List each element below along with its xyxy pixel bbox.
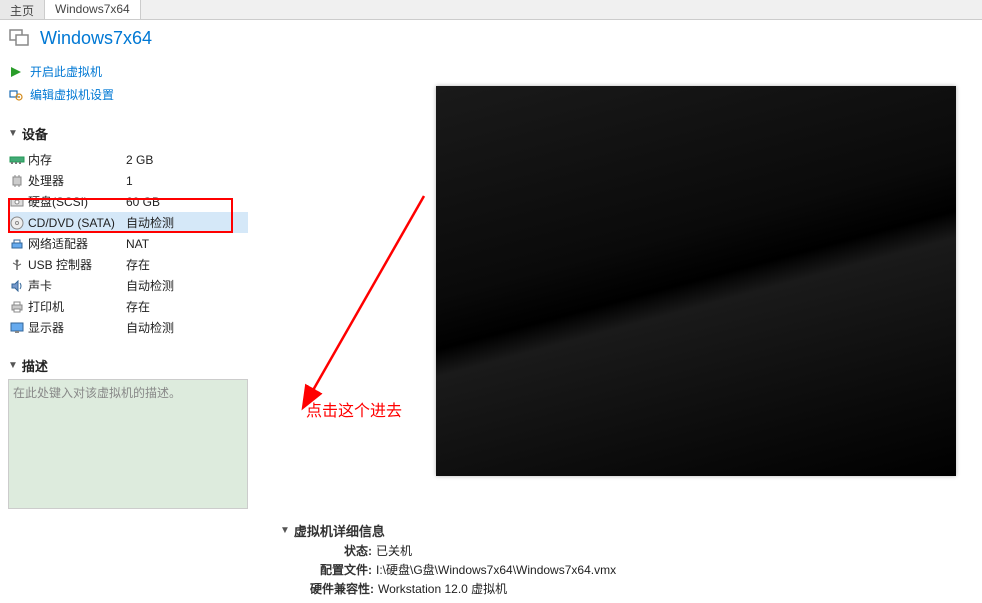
network-icon (8, 236, 26, 252)
tab-bar: 主页 Windows7x64 (0, 0, 982, 20)
annotation-text: 点击这个进去 (306, 397, 402, 421)
detail-row-state: 状态: 已关机 (280, 542, 616, 559)
vm-icon (8, 26, 32, 50)
cpu-icon (8, 173, 26, 189)
device-name: USB 控制器 (28, 256, 126, 273)
device-row-sound[interactable]: 声卡 自动检测 (8, 275, 248, 296)
power-on-label: 开启此虚拟机 (30, 63, 102, 80)
usb-icon (8, 257, 26, 273)
main-panel: 点击这个进去 ▼ 虚拟机详细信息 状态: 已关机 配置文件: I:\硬盘\G盘\… (256, 56, 982, 603)
sound-icon (8, 278, 26, 294)
description-section: ▼ 描述 在此处键入对该虚拟机的描述。 (8, 356, 248, 509)
device-row-disk[interactable]: 硬盘(SCSI) 60 GB (8, 191, 248, 212)
play-icon (8, 65, 24, 79)
devices-title: 设备 (22, 124, 48, 143)
devices-header[interactable]: ▼ 设备 (8, 124, 248, 145)
printer-icon (8, 299, 26, 315)
vm-details-title: 虚拟机详细信息 (294, 521, 385, 540)
triangle-down-icon: ▼ (280, 525, 290, 536)
tab-home[interactable]: 主页 (0, 0, 45, 19)
annotation-arrow (234, 191, 434, 421)
tab-vm[interactable]: Windows7x64 (45, 0, 141, 19)
device-name: 处理器 (28, 172, 126, 189)
device-value: 自动检测 (126, 277, 174, 294)
device-value: 自动检测 (126, 319, 174, 336)
device-value: 60 GB (126, 195, 160, 209)
device-name: 声卡 (28, 277, 126, 294)
sidebar: 开启此虚拟机 编辑虚拟机设置 ▼ 设备 (0, 56, 256, 603)
detail-row-config: 配置文件: I:\硬盘\G盘\Windows7x64\Windows7x64.v… (280, 561, 616, 578)
device-row-usb[interactable]: USB 控制器 存在 (8, 254, 248, 275)
disk-icon (8, 194, 26, 210)
edit-settings-label: 编辑虚拟机设置 (30, 86, 114, 103)
vm-details-section: ▼ 虚拟机详细信息 状态: 已关机 配置文件: I:\硬盘\G盘\Windows… (280, 521, 616, 597)
vm-header: Windows7x64 (0, 20, 982, 56)
device-name: 显示器 (28, 319, 126, 336)
device-name: 打印机 (28, 298, 126, 315)
description-header[interactable]: ▼ 描述 (8, 356, 248, 377)
detail-value: I:\硬盘\G盘\Windows7x64\Windows7x64.vmx (376, 561, 616, 578)
device-row-display[interactable]: 显示器 自动检测 (8, 317, 248, 338)
device-value: 1 (126, 174, 133, 188)
detail-row-compat: 硬件兼容性: Workstation 12.0 虚拟机 (280, 580, 616, 597)
device-row-printer[interactable]: 打印机 存在 (8, 296, 248, 317)
page-title: Windows7x64 (40, 28, 152, 49)
device-value: 自动检测 (126, 214, 174, 231)
detail-label: 硬件兼容性: (310, 580, 374, 597)
devices-section: ▼ 设备 内存 2 GB 处理器 1 (8, 124, 248, 338)
settings-icon (8, 88, 24, 102)
power-on-link[interactable]: 开启此虚拟机 (8, 60, 248, 83)
cddvd-icon (8, 215, 26, 231)
device-value: 存在 (126, 298, 150, 315)
device-value: 2 GB (126, 153, 153, 167)
device-row-cddvd[interactable]: CD/DVD (SATA) 自动检测 (8, 212, 248, 233)
device-name: 内存 (28, 151, 126, 168)
description-title: 描述 (22, 356, 48, 375)
memory-icon (8, 152, 26, 168)
device-name: 硬盘(SCSI) (28, 193, 126, 210)
triangle-down-icon: ▼ (8, 360, 18, 371)
description-input[interactable]: 在此处键入对该虚拟机的描述。 (8, 379, 248, 509)
display-icon (8, 320, 26, 336)
device-list: 内存 2 GB 处理器 1 硬盘(SCSI) 60 GB (8, 149, 248, 338)
detail-label: 状态: (310, 542, 372, 559)
device-row-memory[interactable]: 内存 2 GB (8, 149, 248, 170)
detail-label: 配置文件: (310, 561, 372, 578)
device-value: 存在 (126, 256, 150, 273)
detail-value: 已关机 (376, 542, 412, 559)
device-row-network[interactable]: 网络适配器 NAT (8, 233, 248, 254)
vm-details-header[interactable]: ▼ 虚拟机详细信息 (280, 521, 616, 540)
device-name: 网络适配器 (28, 235, 126, 252)
vm-screen-preview[interactable] (436, 86, 956, 476)
device-row-cpu[interactable]: 处理器 1 (8, 170, 248, 191)
edit-settings-link[interactable]: 编辑虚拟机设置 (8, 83, 248, 106)
triangle-down-icon: ▼ (8, 128, 18, 139)
detail-value: Workstation 12.0 虚拟机 (378, 580, 507, 597)
device-name: CD/DVD (SATA) (28, 216, 126, 230)
device-value: NAT (126, 237, 149, 251)
